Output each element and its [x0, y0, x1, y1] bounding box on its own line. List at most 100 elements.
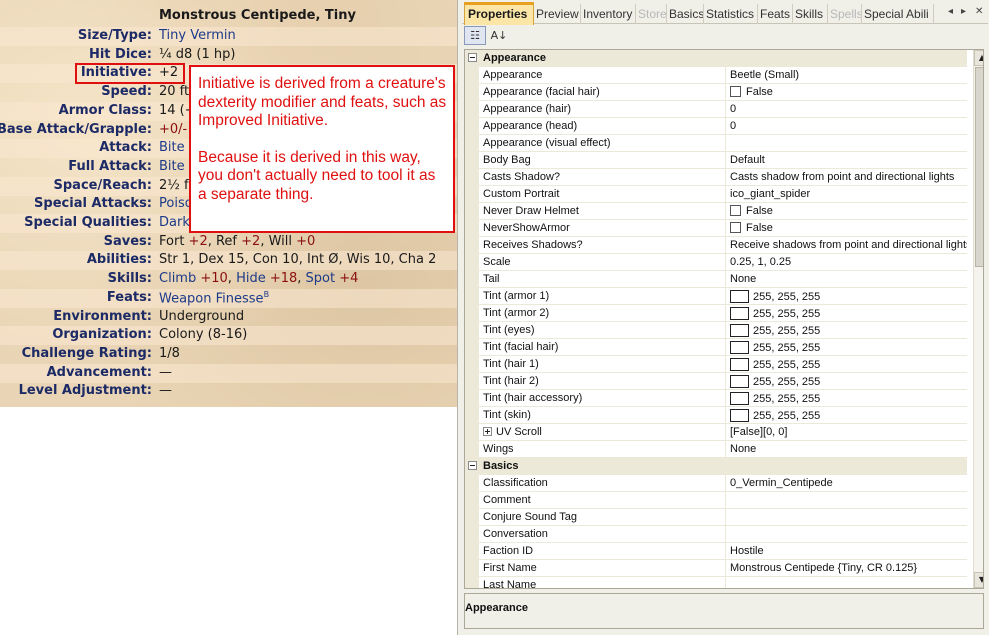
property-value[interactable]: 255, 255, 255	[726, 288, 967, 304]
property-value[interactable]: [False][0, 0]	[726, 424, 967, 440]
stat-value-text[interactable]: Dark	[159, 215, 190, 230]
property-value[interactable]: 255, 255, 255	[726, 373, 967, 389]
property-row[interactable]: Tint (hair 1) 255, 255, 255	[465, 356, 967, 373]
stat-value-text[interactable]: Bite	[159, 159, 185, 174]
property-value[interactable]: 255, 255, 255	[726, 390, 967, 406]
property-value[interactable]: None	[726, 441, 967, 457]
property-value[interactable]: Casts shadow from point and directional …	[726, 169, 967, 185]
skill-spot[interactable]: Spot	[306, 271, 336, 286]
property-row[interactable]: Tint (armor 1) 255, 255, 255	[465, 288, 967, 305]
property-row[interactable]: Wings None	[465, 441, 967, 458]
property-value[interactable]: False	[726, 220, 967, 236]
property-row[interactable]: Tint (hair 2) 255, 255, 255	[465, 373, 967, 390]
property-name: UV Scroll	[479, 424, 726, 440]
checkbox-icon[interactable]	[730, 86, 741, 97]
tab-store[interactable]: Store	[636, 4, 667, 24]
property-row[interactable]: Classification 0_Vermin_Centipede	[465, 475, 967, 492]
property-value[interactable]: Receive shadows from point and direction…	[726, 237, 967, 253]
property-value[interactable]: 0_Vermin_Centipede	[726, 475, 967, 491]
property-value[interactable]: False	[726, 84, 967, 100]
property-row[interactable]: Appearance Beetle (Small)	[465, 67, 967, 84]
property-row[interactable]: Appearance (hair) 0	[465, 101, 967, 118]
property-row[interactable]: Faction ID Hostile	[465, 543, 967, 560]
property-row[interactable]: Tint (facial hair) 255, 255, 255	[465, 339, 967, 356]
property-value[interactable]: 0	[726, 101, 967, 117]
property-value[interactable]	[726, 492, 967, 508]
vertical-scrollbar[interactable]: ▲ ▼	[973, 50, 983, 588]
property-row[interactable]: Never Draw Helmet False	[465, 203, 967, 220]
property-row[interactable]: Comment	[465, 492, 967, 509]
collapse-icon[interactable]	[468, 461, 477, 470]
property-value[interactable]: 255, 255, 255	[726, 305, 967, 321]
property-value[interactable]: 255, 255, 255	[726, 322, 967, 338]
property-value[interactable]	[726, 135, 967, 151]
property-row[interactable]: Casts Shadow? Casts shadow from point and…	[465, 169, 967, 186]
tab-spells[interactable]: Spells	[828, 4, 862, 24]
property-row[interactable]: UV Scroll [False][0, 0]	[465, 424, 967, 441]
close-icon[interactable]: ✕	[975, 6, 983, 17]
property-value[interactable]	[726, 509, 967, 525]
property-row[interactable]: Conversation	[465, 526, 967, 543]
property-row[interactable]: Scale 0.25, 1, 0.25	[465, 254, 967, 271]
scroll-up-arrow-icon[interactable]: ▲	[974, 50, 983, 66]
property-value[interactable]	[726, 577, 967, 588]
tab-feats[interactable]: Feats	[758, 4, 793, 24]
tab-scroll-left-icon[interactable]: ◂	[948, 6, 953, 17]
tab-properties[interactable]: Properties	[464, 2, 534, 25]
property-row[interactable]: Tint (eyes) 255, 255, 255	[465, 322, 967, 339]
tab-preview[interactable]: Preview	[534, 4, 581, 24]
property-row[interactable]: Custom Portrait ico_giant_spider	[465, 186, 967, 203]
checkbox-icon[interactable]	[730, 222, 741, 233]
alphabetical-sort-button[interactable]: A↓	[488, 26, 510, 45]
property-value[interactable]: Beetle (Small)	[726, 67, 967, 83]
scrollbar-thumb[interactable]	[975, 67, 983, 267]
color-swatch	[730, 324, 749, 337]
property-row[interactable]: Tint (armor 2) 255, 255, 255	[465, 305, 967, 322]
property-value[interactable]: None	[726, 271, 967, 287]
property-row[interactable]: Appearance (head) 0	[465, 118, 967, 135]
property-row[interactable]: Tail None	[465, 271, 967, 288]
property-value[interactable]: 0.25, 1, 0.25	[726, 254, 967, 270]
property-value[interactable]: ico_giant_spider	[726, 186, 967, 202]
tab-scroll-right-icon[interactable]: ▸	[961, 6, 966, 17]
property-row[interactable]: NeverShowArmor False	[465, 220, 967, 237]
tab-skills[interactable]: Skills	[793, 4, 828, 24]
property-value[interactable]: 255, 255, 255	[726, 407, 967, 423]
tab-basics[interactable]: Basics	[667, 4, 704, 24]
property-row[interactable]: Last Name	[465, 577, 967, 588]
property-row[interactable]: Appearance (facial hair) False	[465, 84, 967, 101]
property-value[interactable]: 255, 255, 255	[726, 339, 967, 355]
skill-hide[interactable]: Hide	[236, 271, 266, 286]
property-row[interactable]: Tint (hair accessory) 255, 255, 255	[465, 390, 967, 407]
feat-link[interactable]: Weapon Finesse	[159, 291, 264, 306]
category-basics[interactable]: Basics	[465, 458, 967, 475]
stat-label: Special Qualities:	[24, 215, 152, 230]
property-row[interactable]: Appearance (visual effect)	[465, 135, 967, 152]
property-value[interactable]: 255, 255, 255	[726, 356, 967, 372]
property-value[interactable]: Default	[726, 152, 967, 168]
property-row[interactable]: Tint (skin) 255, 255, 255	[465, 407, 967, 424]
scroll-down-arrow-icon[interactable]: ▼	[974, 572, 983, 588]
property-value[interactable]: Hostile	[726, 543, 967, 559]
property-value[interactable]: False	[726, 203, 967, 219]
property-row[interactable]: Body Bag Default	[465, 152, 967, 169]
checkbox-icon[interactable]	[730, 205, 741, 216]
property-value[interactable]: Monstrous Centipede {Tiny, CR 0.125}	[726, 560, 967, 576]
tab-inventory[interactable]: Inventory	[581, 4, 636, 24]
property-row[interactable]: First Name Monstrous Centipede {Tiny, CR …	[465, 560, 967, 577]
skill-climb[interactable]: Climb	[159, 271, 196, 286]
stat-value-text[interactable]: Tiny Vermin	[159, 28, 236, 43]
property-value[interactable]	[726, 526, 967, 542]
property-name: Tint (armor 1)	[479, 288, 726, 304]
property-row[interactable]: Receives Shadows? Receive shadows from po…	[465, 237, 967, 254]
property-row[interactable]: Conjure Sound Tag	[465, 509, 967, 526]
collapse-icon[interactable]	[468, 53, 477, 62]
category-appearance[interactable]: Appearance	[465, 50, 967, 67]
categorized-view-button[interactable]: ☷	[464, 26, 486, 45]
tab-special-abili[interactable]: Special Abili	[862, 4, 934, 24]
expand-icon[interactable]	[483, 427, 492, 436]
property-value[interactable]: 0	[726, 118, 967, 134]
stat-value-text[interactable]: Poiso	[159, 196, 193, 211]
tab-statistics[interactable]: Statistics	[704, 4, 758, 24]
stat-value-text[interactable]: Bite	[159, 140, 185, 155]
